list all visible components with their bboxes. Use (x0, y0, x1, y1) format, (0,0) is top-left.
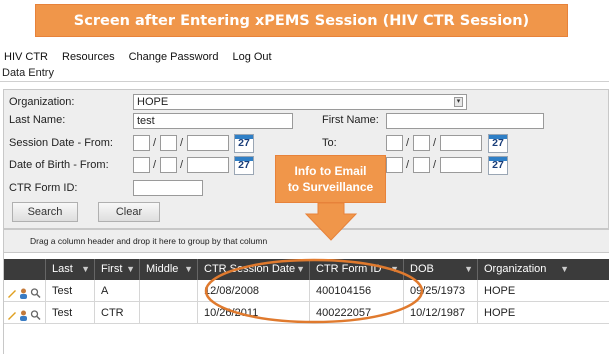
edit-icon[interactable] (6, 285, 17, 298)
calendar-icon[interactable]: 27 (234, 156, 254, 175)
calendar-icon[interactable]: 27 (488, 156, 508, 175)
last-name-input[interactable]: test (133, 113, 293, 129)
user-icon[interactable] (18, 285, 29, 299)
session-to-label: To: (322, 137, 337, 149)
column-dob[interactable]: DOB ▼ (404, 259, 478, 280)
first-name-input[interactable] (386, 113, 544, 129)
callout-line-1: Info to Email (294, 164, 367, 178)
session-date-label: Session Date - From: (9, 137, 113, 149)
cell-organization: HOPE (484, 307, 516, 319)
user-icon[interactable] (18, 307, 29, 321)
filter-icon[interactable]: ▼ (296, 259, 305, 280)
group-hint: Drag a column header and drop it here to… (4, 229, 609, 253)
callout-line-2: to Surveillance (287, 180, 374, 194)
ctr-form-id-input[interactable] (133, 180, 203, 196)
dob-to-day[interactable] (413, 157, 430, 173)
cell-last: Test (46, 280, 95, 302)
menu-hiv-ctr[interactable]: HIV CTR (4, 51, 48, 63)
column-form-id[interactable]: CTR Form ID ▼ (310, 259, 404, 280)
dob-from-day[interactable] (160, 157, 177, 173)
annotation-callout: Info to Email to Surveillance (275, 155, 386, 203)
dob-label: Date of Birth - From: (9, 159, 109, 171)
filter-icon[interactable]: ▼ (184, 259, 193, 280)
search-button[interactable]: Search (12, 202, 78, 222)
session-to-year[interactable] (440, 135, 482, 151)
session-to-day[interactable] (413, 135, 430, 151)
organization-label: Organization: (9, 96, 75, 108)
title-banner: Screen after Entering xPEMS Session (HIV… (35, 4, 568, 37)
filter-icon[interactable]: ▼ (464, 259, 473, 280)
organization-value: HOPE (137, 96, 169, 108)
filter-icon[interactable]: ▼ (390, 259, 399, 280)
organization-select[interactable]: HOPE ▾ (133, 94, 467, 110)
search-icon[interactable] (30, 285, 41, 299)
first-name-label: First Name: (322, 114, 379, 126)
cell-dob: 09/25/1973 (404, 280, 478, 302)
edit-icon[interactable] (6, 307, 17, 320)
search-icon[interactable] (30, 307, 41, 321)
session-to-month[interactable] (386, 135, 403, 151)
column-organization[interactable]: Organization ▼ (478, 259, 609, 280)
cell-organization: HOPE (484, 285, 516, 297)
cell-session-date: 10/26/2011 (198, 302, 310, 324)
row-actions (4, 302, 46, 324)
last-name-label: Last Name: (9, 114, 66, 126)
dob-to-year[interactable] (440, 157, 482, 173)
results-grid: Drag a column header and drop it here to… (3, 229, 609, 354)
cell-dob: 10/12/1987 (404, 302, 478, 324)
session-from-day[interactable] (160, 135, 177, 151)
column-first[interactable]: First ▼ (95, 259, 140, 280)
cell-last: Test (46, 302, 95, 324)
menu-change-password[interactable]: Change Password (129, 51, 219, 63)
menu-resources[interactable]: Resources (62, 51, 115, 63)
menu-bar: HIV CTR Resources Change Password Log Ou… (0, 48, 609, 65)
ctr-form-id-label: CTR Form ID: (9, 182, 78, 194)
cell-first: A (95, 280, 140, 302)
column-session-date[interactable]: CTR Session Date ▼ (198, 259, 310, 280)
cell-first: CTR (95, 302, 140, 324)
calendar-icon[interactable]: 27 (234, 134, 254, 153)
dob-from-month[interactable] (133, 157, 150, 173)
session-from-year[interactable] (187, 135, 229, 151)
cell-form-id: 400222057 (310, 302, 404, 324)
dob-to-month[interactable] (386, 157, 403, 173)
calendar-icon[interactable]: 27 (488, 134, 508, 153)
menu-log-out[interactable]: Log Out (232, 51, 271, 63)
filter-icon[interactable]: ▼ (81, 259, 90, 280)
cell-middle (140, 280, 198, 302)
cell-form-id: 400104156 (310, 280, 404, 302)
row-actions (4, 280, 46, 302)
column-last[interactable]: Last ▼ (46, 259, 95, 280)
cell-session-date: 12/08/2008 (198, 280, 310, 302)
page-subtitle: Data Entry (0, 65, 609, 82)
dob-from-year[interactable] (187, 157, 229, 173)
session-from-month[interactable] (133, 135, 150, 151)
grid-header: Last ▼ First ▼ Middle ▼ CTR Session Date ▼ C… (4, 259, 609, 280)
table-row[interactable]: Test A 12/08/2008 400104156 09/25/1973 H… (4, 280, 609, 302)
column-middle[interactable]: Middle ▼ (140, 259, 198, 280)
table-row[interactable]: Test CTR 10/26/2011 400222057 10/12/1987… (4, 302, 609, 324)
filter-icon[interactable]: ▼ (560, 259, 569, 280)
cell-middle (140, 302, 198, 324)
filter-icon[interactable]: ▼ (126, 259, 135, 280)
chevron-down-icon[interactable]: ▾ (454, 97, 463, 107)
clear-button[interactable]: Clear (98, 202, 160, 222)
column-actions (4, 259, 46, 280)
